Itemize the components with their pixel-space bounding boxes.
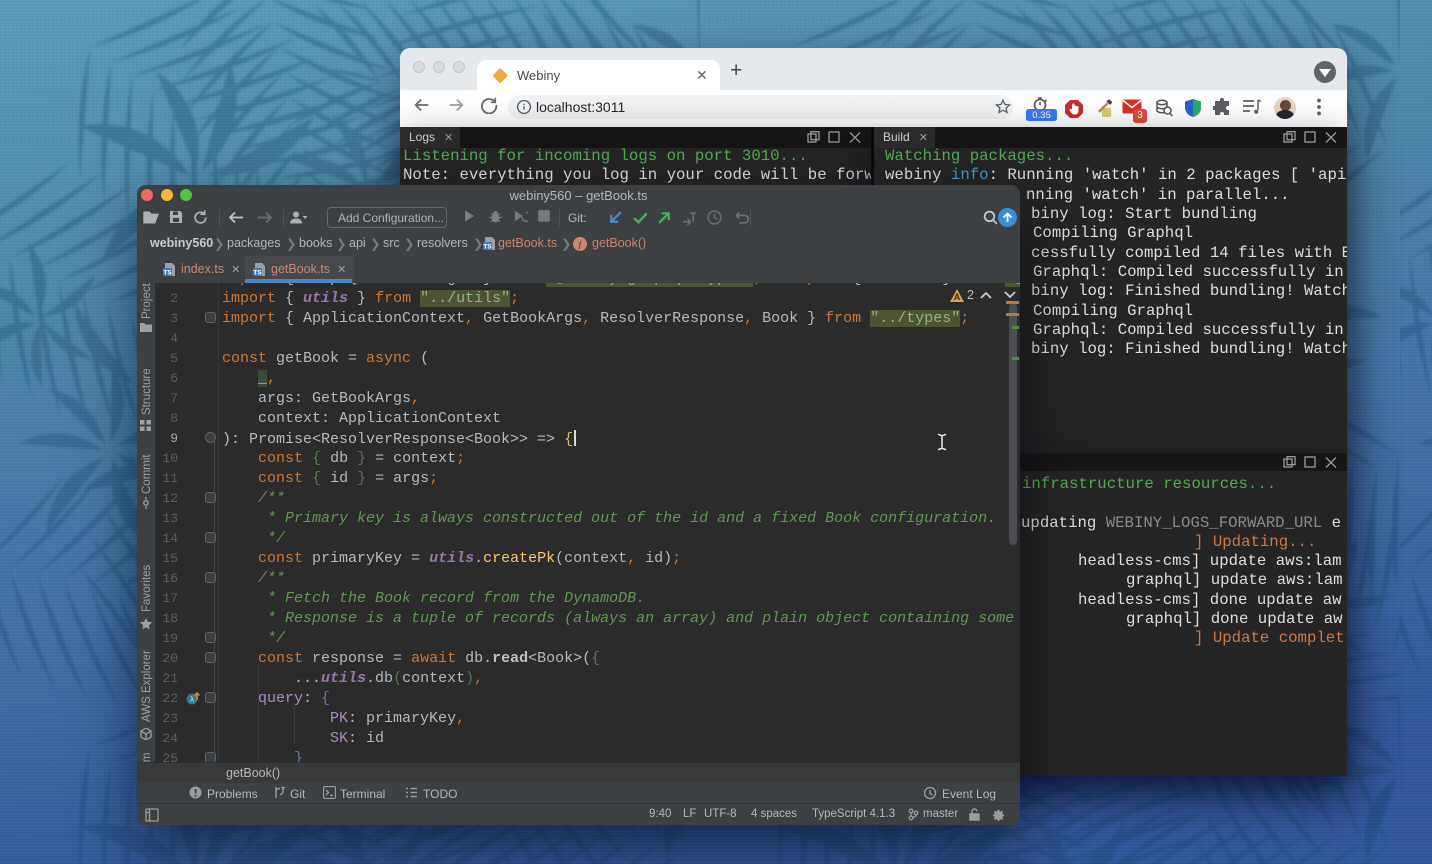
svg-text:TS: TS bbox=[483, 244, 492, 251]
svg-text:TS: TS bbox=[253, 270, 262, 277]
svg-text:TS: TS bbox=[163, 270, 172, 277]
svg-text:λ: λ bbox=[190, 695, 194, 704]
svg-text:A: A bbox=[954, 292, 961, 302]
